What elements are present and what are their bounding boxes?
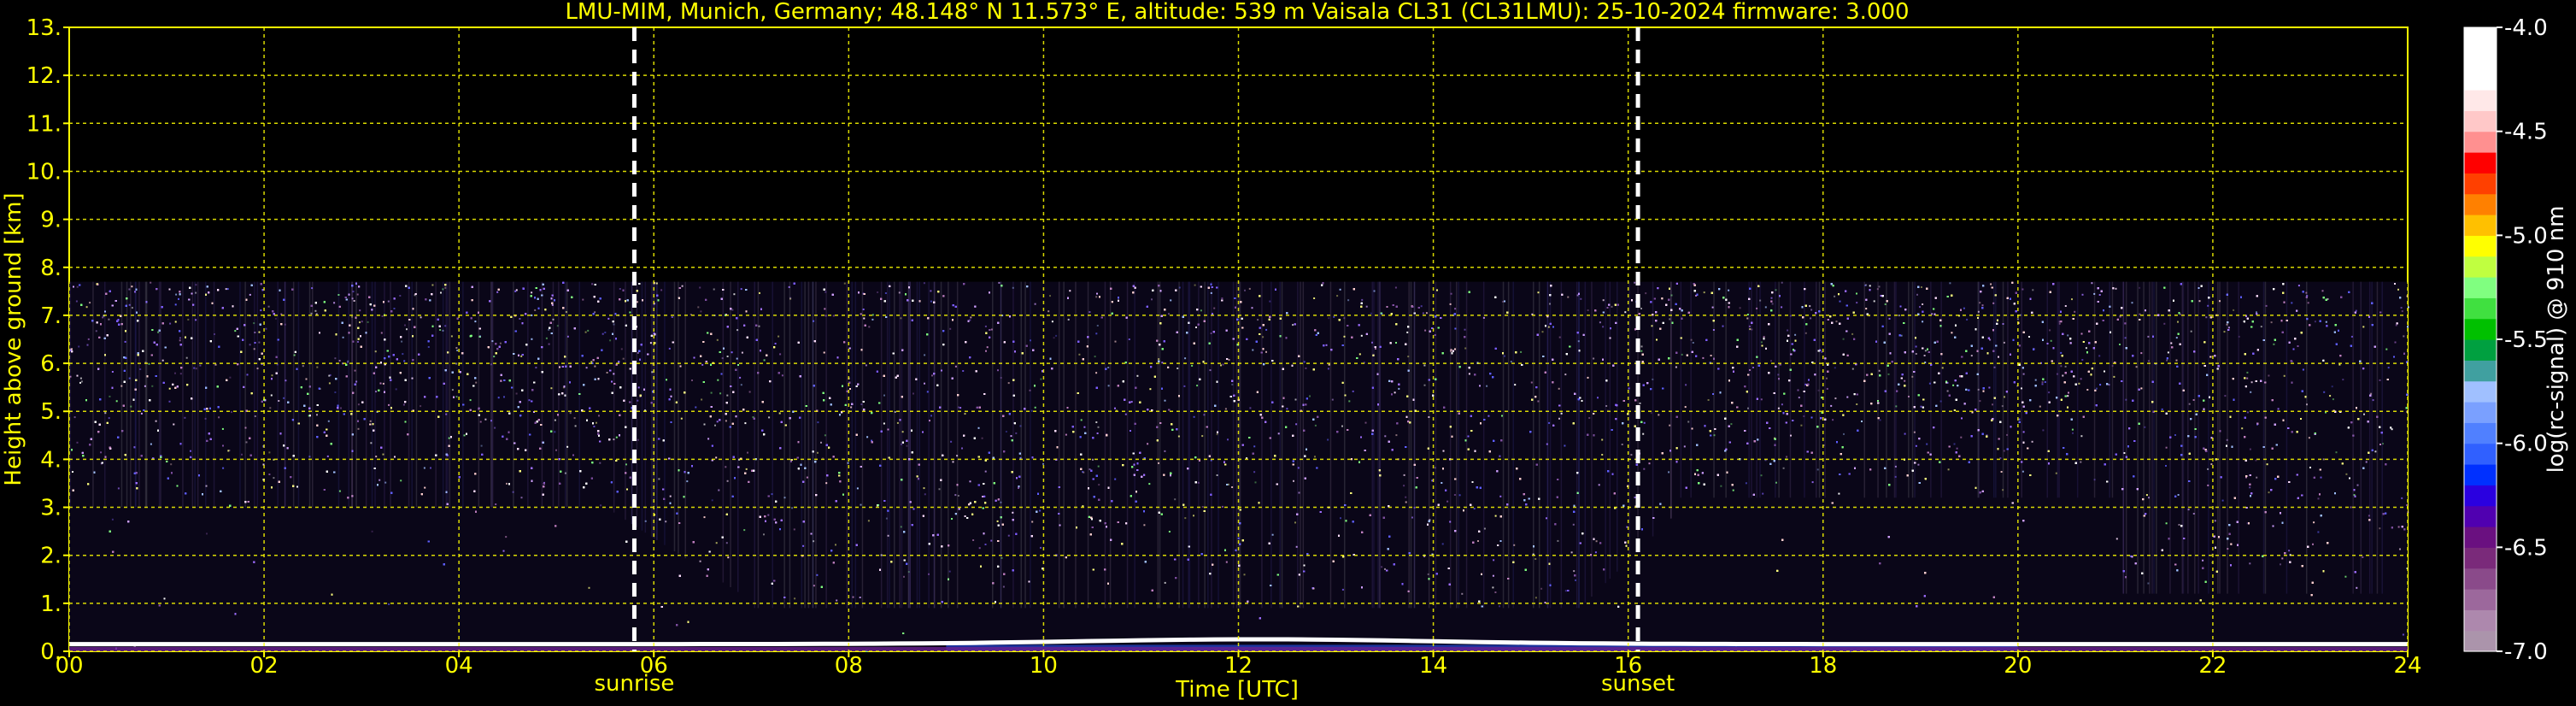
y-tick-label: 9. [40, 208, 62, 233]
y-tick-label: 0. [40, 639, 62, 665]
x-tick-label: 18 [1809, 653, 1837, 679]
y-tick-label: 13. [26, 15, 62, 41]
y-axis-label: Height above ground [km] [1, 192, 26, 485]
x-tick-label: 14 [1419, 653, 1447, 679]
colorbar-swatch [2464, 380, 2497, 403]
colorbar-swatch [2464, 110, 2497, 132]
colorbar-swatch [2464, 630, 2497, 652]
x-tick-label: 16 [1614, 653, 1642, 679]
colorbar-swatch [2464, 152, 2497, 174]
colorbar-swatch [2464, 193, 2497, 215]
colorbar-swatch [2464, 339, 2497, 361]
y-tick-label: 12. [26, 63, 62, 89]
x-tick-label: 12 [1224, 653, 1253, 679]
colorbar-tick-label: -4.5 [2504, 120, 2548, 145]
colorbar-swatch [2464, 609, 2497, 632]
colorbar-swatch [2464, 277, 2497, 298]
colorbar: -4.0 -4.5 -5.0 -5.5 -6.0 -6.5 -7.0 [2463, 15, 2548, 665]
x-tick-label: 10 [1030, 653, 1058, 679]
backscatter-heatmap [69, 281, 2409, 653]
y-axis-ticks: 0. 1. 2. 3. 4. 5. 6. 7. 8. 9. 10. 11. 12. 13. [26, 15, 69, 665]
colorbar-swatch [2464, 527, 2497, 548]
colorbar-swatch [2464, 360, 2497, 382]
x-tick-label: 04 [445, 653, 473, 679]
colorbar-swatch [2464, 297, 2497, 320]
y-tick-label: 7. [40, 303, 62, 329]
colorbar-swatch [2464, 215, 2497, 236]
x-tick-label: 02 [250, 653, 279, 679]
colorbar-swatch [2464, 402, 2497, 423]
colorbar-swatch [2464, 235, 2497, 257]
colorbar-swatch [2464, 48, 2497, 70]
y-tick-label: 3. [40, 496, 62, 521]
y-tick-label: 8. [40, 256, 62, 281]
colorbar-swatch [2464, 443, 2497, 465]
colorbar-swatch [2464, 173, 2497, 195]
x-tick-label: 08 [835, 653, 863, 679]
colorbar-swatch [2464, 256, 2497, 278]
x-axis-ticks: 00 02 04 06 08 10 12 14 16 18 20 22 24 [55, 651, 2422, 679]
y-tick-label: 1. [40, 591, 62, 617]
colorbar-tick-label: -5.5 [2504, 327, 2548, 353]
x-axis-label: Time [UTC] [1175, 677, 1299, 703]
colorbar-tick-label: -4.0 [2504, 15, 2548, 41]
colorbar-swatch [2464, 68, 2497, 91]
colorbar-swatch [2464, 547, 2497, 569]
y-tick-label: 2. [40, 544, 62, 569]
y-tick-label: 6. [40, 351, 62, 377]
colorbar-swatch [2464, 422, 2497, 444]
colorbar-swatch [2464, 90, 2497, 111]
y-tick-label: 10. [26, 159, 62, 185]
colorbar-swatch [2464, 27, 2497, 49]
ceilometer-chart: LMU-MIM, Munich, Germany; 48.148° N 11.5… [1, 0, 2569, 703]
colorbar-tick-label: -6.0 [2504, 432, 2548, 457]
chart-title: LMU-MIM, Munich, Germany; 48.148° N 11.5… [565, 0, 1909, 25]
colorbar-tick-label: -6.5 [2504, 535, 2548, 561]
colorbar-tick-label: -7.0 [2504, 639, 2548, 665]
y-tick-label: 4. [40, 447, 62, 473]
colorbar-swatch [2464, 318, 2497, 340]
colorbar-tick-label: -5.0 [2504, 223, 2548, 249]
x-tick-label: 20 [2004, 653, 2032, 679]
x-tick-label: 24 [2393, 653, 2421, 679]
colorbar-swatch [2464, 568, 2497, 590]
colorbar-swatch [2464, 464, 2497, 485]
colorbar-swatch [2464, 485, 2497, 507]
y-tick-label: 5. [40, 399, 62, 425]
colorbar-label: log(rc-signal) @ 910 nm [2544, 206, 2569, 474]
colorbar-swatch [2464, 505, 2497, 527]
colorbar-swatch [2464, 589, 2497, 610]
colorbar-swatch [2464, 131, 2497, 153]
y-tick-label: 11. [26, 111, 62, 137]
x-tick-label: 22 [2198, 653, 2227, 679]
x-tick-label: 06 [640, 653, 668, 679]
